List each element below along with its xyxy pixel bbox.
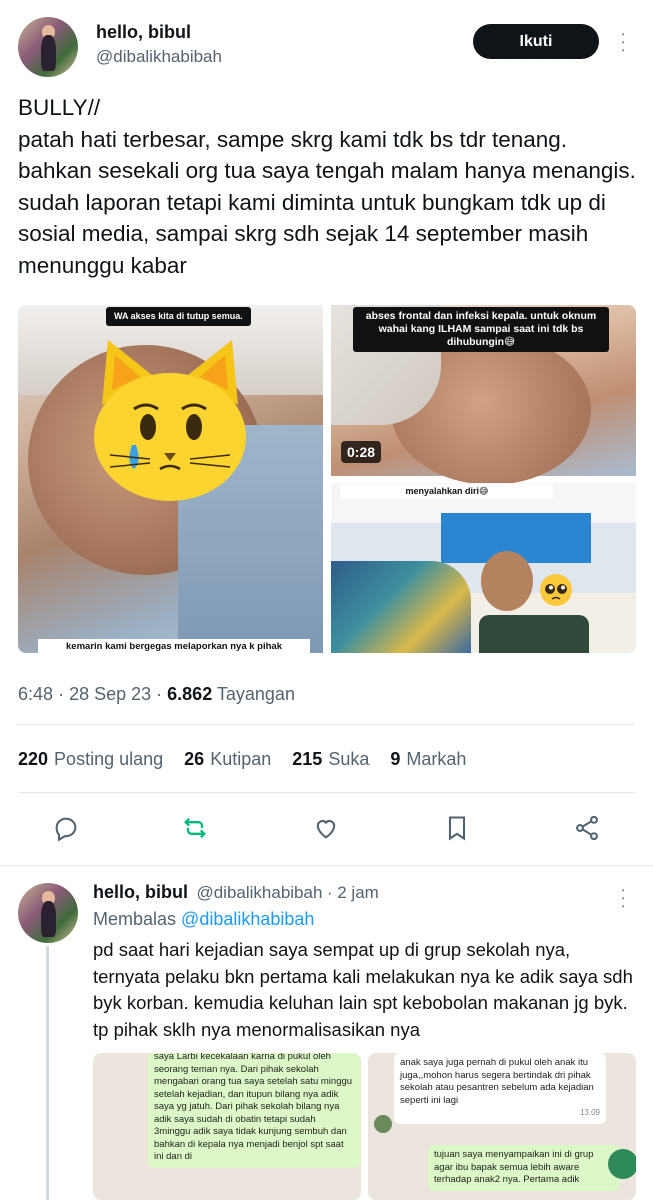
reply-media-chat-right[interactable]: anak saya juga pernah di pukul oleh anak…: [368, 1053, 636, 1200]
more-options-icon[interactable]: · · ·: [616, 24, 630, 60]
crying-cat-emoji-icon: [90, 335, 250, 505]
like-icon[interactable]: [312, 814, 340, 847]
reposts-stat[interactable]: 220 Posting ulang: [18, 749, 163, 769]
media-1-top-caption: WA akses kita di tutup semua.: [106, 307, 251, 326]
tweet-text: BULLY// patah hati terbesar, sampe skrg …: [18, 95, 636, 278]
video-duration-badge: 0:28: [341, 441, 382, 463]
bookmarks-stat[interactable]: 9 Markah: [390, 749, 466, 769]
reply-header: hello, bibul @dibalikhabibah · 2 jam: [93, 882, 379, 903]
bookmark-icon[interactable]: [443, 814, 471, 847]
tweet-stats: 220 Posting ulang 26 Kutipan 215 Suka 9 Mark…: [18, 749, 466, 770]
tweet-date[interactable]: 28 Sep 23: [69, 684, 151, 704]
reply-author-name[interactable]: hello, bibul: [93, 882, 188, 902]
tweet-media-grid: WA akses kita di tutup semua. kemarin ka…: [18, 305, 636, 653]
author-name[interactable]: hello, bibul: [96, 22, 191, 43]
tweet-meta: 6:48 · 28 Sep 23 · 6.862 Tayangan: [18, 684, 295, 704]
replying-to-link[interactable]: @dibalikhabibah: [181, 909, 314, 929]
chat-bubble: saya Larbi kecekalaan karna di pukul ole…: [148, 1053, 360, 1168]
tweet-time[interactable]: 6:48: [18, 684, 53, 704]
divider: [0, 865, 653, 866]
author-handle[interactable]: @dibalikhabibah: [96, 47, 222, 67]
follow-button[interactable]: Ikuti: [473, 24, 599, 59]
reply-text: pd saat hari kejadian saya sempat up di …: [93, 939, 633, 1040]
reply-icon[interactable]: [52, 814, 80, 847]
media-1-bottom-caption: kemarin kami bergegas melaporkan nya k p…: [38, 639, 310, 653]
views-count: 6.862: [167, 684, 213, 704]
replying-to: Membalas @dibalikhabibah: [93, 909, 315, 929]
media-2-caption: abses frontal dan infeksi kepala. untuk …: [353, 307, 609, 352]
share-icon[interactable]: [573, 814, 601, 847]
reply-author-handle[interactable]: @dibalikhabibah: [196, 883, 322, 902]
quotes-stat[interactable]: 26 Kutipan: [184, 749, 271, 769]
sticker-icon: [608, 1149, 636, 1179]
chat-bubble: anak saya juga pernah di pukul oleh anak…: [394, 1053, 606, 1124]
divider: [18, 724, 635, 725]
reply-author-avatar[interactable]: [18, 883, 78, 943]
media-3-caption: menyalahkan diri😅: [341, 484, 553, 499]
reply-media-chat-left[interactable]: saya Larbi kecekalaan karna di pukul ole…: [93, 1053, 361, 1200]
divider: [18, 792, 635, 793]
repost-icon[interactable]: [181, 814, 209, 847]
author-avatar[interactable]: [18, 17, 78, 77]
chat-bubble: tujuan saya menyampaikan ini di grup aga…: [428, 1145, 620, 1191]
views-label: Tayangan: [216, 684, 295, 704]
media-image-3[interactable]: menyalahkan diri😅: [331, 483, 636, 653]
reply-more-options-icon[interactable]: · · ·: [616, 880, 630, 916]
media-video-2[interactable]: abses frontal dan infeksi kepala. untuk …: [331, 305, 636, 485]
chat-avatar: [374, 1115, 392, 1133]
reply-time[interactable]: · 2 jam: [327, 883, 379, 902]
thread-line: [46, 946, 49, 1200]
media-image-1[interactable]: WA akses kita di tutup semua. kemarin ka…: [18, 305, 323, 653]
likes-stat[interactable]: 215 Suka: [292, 749, 369, 769]
pleading-face-emoji-icon: [539, 573, 573, 607]
